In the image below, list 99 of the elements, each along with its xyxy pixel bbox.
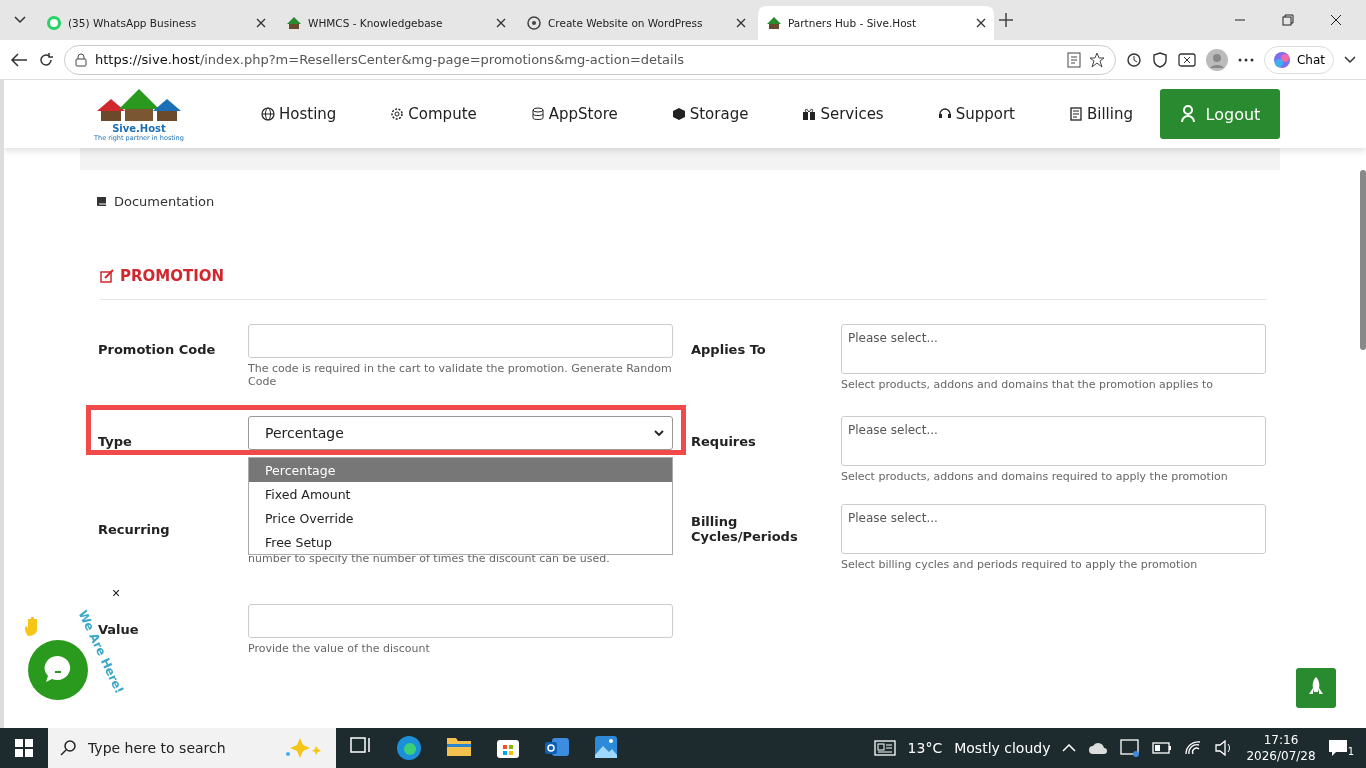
waving-hand-icon — [24, 616, 40, 636]
help-text: Provide the value of the discount — [248, 642, 431, 655]
dropdown-option[interactable]: Free Setup — [249, 530, 672, 554]
speech-bubble-icon — [43, 653, 73, 684]
logout-button[interactable]: Logout — [1160, 89, 1280, 139]
edit-icon — [100, 269, 114, 283]
chevron-down-icon[interactable] — [1344, 55, 1356, 64]
rocket-button[interactable] — [1296, 668, 1336, 708]
restore-icon[interactable] — [1282, 14, 1294, 26]
logo-text: Sive.Host — [112, 122, 166, 134]
nav-link[interactable]: Storage — [665, 104, 755, 124]
wifi-icon[interactable] — [1184, 740, 1203, 756]
reload-icon[interactable] — [38, 51, 54, 68]
clock-time[interactable]: 17:16 — [1263, 732, 1299, 748]
chat-launcher-button[interactable] — [28, 640, 88, 700]
nav-link[interactable]: Support — [931, 104, 1021, 124]
history-icon[interactable] — [1125, 51, 1142, 68]
nav-link[interactable]: AppStore — [524, 104, 624, 124]
close-button[interactable]: × — [112, 586, 121, 600]
help-text: Select products, addons and domains required to apply the promotion — [841, 470, 1229, 483]
section-title: PROMOTION — [120, 267, 225, 285]
nav-link[interactable]: Billing — [1063, 104, 1139, 124]
field-label: Billing Cycles/Periods — [691, 514, 799, 544]
database-icon — [530, 107, 545, 121]
close-icon[interactable] — [256, 18, 266, 28]
field-label: Type — [98, 433, 132, 449]
chevron-up-icon[interactable] — [1062, 744, 1077, 752]
field-label: Promotion Code — [98, 341, 216, 357]
close-icon[interactable] — [736, 18, 746, 28]
receipt-icon — [1069, 107, 1083, 121]
multi-select-field[interactable]: Please select... — [841, 504, 1266, 554]
gear-icon — [390, 107, 405, 121]
more-icon[interactable] — [1237, 57, 1254, 62]
browser-tab[interactable]: Partners Hub - Sive.Host — [758, 6, 994, 40]
folder-icon[interactable] — [446, 735, 472, 757]
dropdown-option[interactable]: Percentage — [249, 458, 672, 482]
cube-icon — [671, 107, 686, 121]
edge-icon[interactable] — [396, 735, 422, 761]
weather-temperature[interactable]: 13°C — [907, 740, 943, 756]
avatar-icon[interactable] — [1205, 48, 1228, 71]
browser-tab[interactable]: (35) WhatsApp Business — [38, 6, 274, 40]
close-icon[interactable] — [496, 18, 506, 28]
browser-tab[interactable]: WHMCS - Knowledgebase — [278, 6, 514, 40]
star-icon[interactable] — [1088, 51, 1105, 68]
url-text: https://sive.host/index.php?m=ResellersCenter&mg-page=promotions&mg-action=details — [95, 52, 686, 67]
message-icon — [1327, 739, 1348, 757]
text-field[interactable] — [248, 324, 673, 358]
globe-icon — [261, 107, 275, 121]
help-text: The code is required in the cart to validate the promotion. Generate Random Code — [248, 362, 673, 388]
chevron-down-icon — [654, 429, 664, 437]
multi-select-field[interactable]: Please select... — [841, 416, 1266, 466]
shield-icon[interactable] — [1151, 51, 1168, 68]
field-label: Recurring — [98, 521, 170, 537]
help-text: Select billing cycles and periods required to apply the promotion — [841, 558, 1199, 571]
windows-icon[interactable] — [15, 739, 33, 757]
field-label: Value — [98, 621, 139, 637]
battery-icon[interactable] — [1152, 742, 1173, 754]
screenshot-icon[interactable] — [1177, 51, 1196, 68]
photos-icon[interactable] — [594, 735, 618, 759]
scrollbar[interactable] — [1360, 170, 1366, 350]
dropdown-option[interactable]: Fixed Amount — [249, 482, 672, 506]
text-field[interactable] — [248, 604, 673, 638]
browser-tab[interactable]: Create Website on WordPress — [518, 6, 754, 40]
close-icon[interactable] — [976, 18, 986, 28]
circle-icon — [526, 15, 542, 31]
display-icon[interactable] — [1120, 739, 1141, 757]
nav-link[interactable]: Compute — [384, 104, 483, 124]
field-label: Applies To — [691, 341, 766, 357]
help-text: Select products, addons and domains that the promotion applies to — [841, 378, 1214, 391]
nav-link[interactable]: Hosting — [255, 104, 343, 124]
plus-icon[interactable] — [998, 12, 1014, 28]
hut-icon — [766, 15, 782, 31]
copilot-icon — [1272, 50, 1291, 69]
reader-icon[interactable] — [1066, 51, 1081, 68]
search-icon — [60, 740, 76, 756]
weather-text[interactable]: Mostly cloudy — [954, 740, 1051, 756]
documentation-link[interactable]: Documentation — [114, 193, 215, 209]
type-select[interactable]: Percentage — [248, 416, 673, 450]
user-icon — [1179, 105, 1196, 123]
notification-button[interactable]: 1 — [1327, 739, 1354, 757]
cloud-icon[interactable] — [1088, 740, 1109, 756]
task-view-icon[interactable] — [350, 735, 372, 755]
chat-button[interactable]: Chat — [1263, 45, 1334, 74]
dropdown-option[interactable]: Price Override — [249, 506, 672, 530]
taskbar-search-field[interactable]: Type here to search — [48, 728, 336, 768]
gift-icon — [802, 107, 817, 121]
lock-icon — [75, 52, 87, 67]
chevron-down-icon[interactable] — [14, 16, 26, 24]
news-icon[interactable] — [873, 740, 896, 756]
nav-link[interactable]: Services — [796, 104, 890, 124]
multi-select-field[interactable]: Please select... — [841, 324, 1266, 374]
field-label: Requires — [691, 433, 756, 449]
clock-date[interactable]: 2026/07/28 — [1246, 748, 1316, 764]
book-icon — [96, 195, 108, 207]
hut-icon — [286, 15, 302, 31]
back-icon[interactable] — [10, 51, 28, 68]
headset-icon — [937, 107, 952, 121]
close-icon[interactable] — [1330, 14, 1342, 26]
mail-icon[interactable] — [544, 735, 570, 759]
